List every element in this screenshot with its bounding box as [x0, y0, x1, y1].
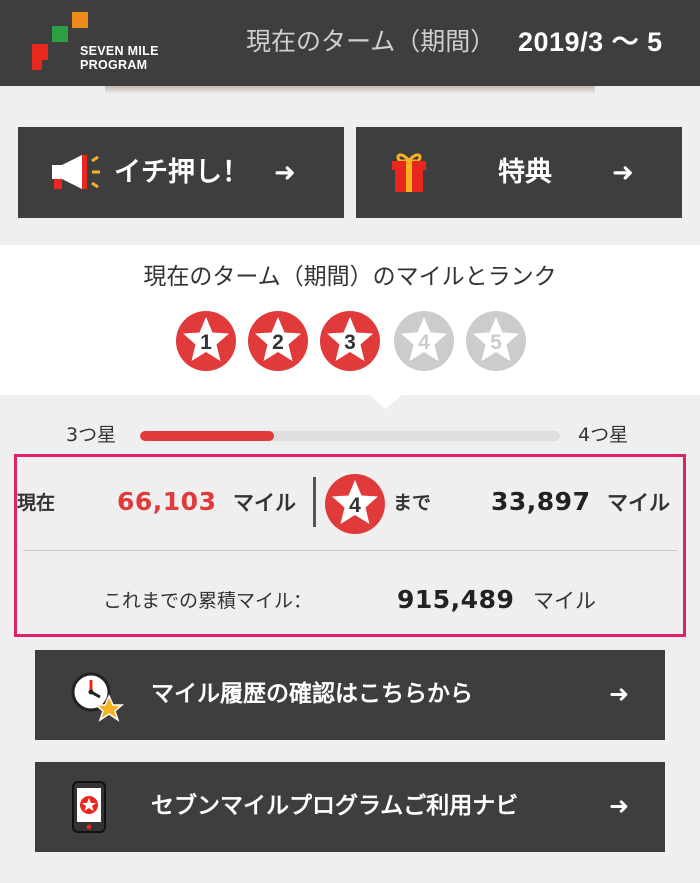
- progress-to-label: 4つ星: [578, 424, 629, 446]
- rank-star-1-icon: 1: [176, 311, 236, 371]
- total-miles-label: これまでの累積マイル：: [103, 590, 313, 612]
- benefits-button[interactable]: 特典 ➜: [356, 127, 682, 218]
- rank-panel: 現在のターム（期間）のマイルとランク 1 2 3 4 5: [0, 245, 700, 395]
- row-divider: [23, 550, 677, 551]
- rank-progress-bar: [140, 431, 560, 441]
- remaining-miles-value: 33,897: [491, 487, 591, 516]
- rank-star-4-icon: 4: [394, 311, 454, 371]
- rank-star-3-icon: 3: [320, 311, 380, 371]
- next-rank-star-icon: 4: [325, 474, 385, 534]
- rank-title: 現在のターム（期間）のマイルとランク: [143, 264, 557, 290]
- total-miles-value: 915,489: [397, 585, 515, 614]
- rank-star-2-icon: 2: [248, 311, 308, 371]
- clock-star-icon: [71, 672, 125, 722]
- remaining-miles-unit: マイル: [607, 491, 670, 515]
- mile-history-button[interactable]: マイル履歴の確認はこちらから ➜: [35, 650, 665, 740]
- total-miles-unit: マイル: [533, 589, 596, 613]
- recommend-button[interactable]: イチ押し！ ➜: [18, 127, 344, 218]
- current-miles-unit: マイル: [233, 491, 296, 515]
- rank-star-5-icon: 5: [466, 311, 526, 371]
- mile-history-arrow-icon: ➜: [609, 680, 630, 708]
- panel-pointer: [370, 395, 402, 409]
- progress-from-label: 3つ星: [66, 424, 117, 446]
- rank-star-number: 5: [490, 331, 502, 354]
- until-label: まで: [393, 492, 432, 514]
- benefits-label: 特典: [498, 157, 552, 188]
- rank-star-number: 3: [344, 331, 356, 354]
- miles-summary: 現在 66,103 マイル 4 まで 33,897 マイル これまでの累積マイル…: [14, 454, 686, 637]
- app-header: SEVEN MILE PROGRAM 現在のターム（期間） 2019/3 ～ 5: [0, 0, 700, 86]
- benefits-arrow-icon: ➜: [612, 158, 634, 188]
- current-miles-label: 現在: [17, 492, 56, 514]
- next-rank-number: 4: [349, 494, 361, 517]
- seven-mile-logo[interactable]: SEVEN MILE PROGRAM: [30, 12, 180, 74]
- term-label: 現在のターム（期間）: [246, 27, 496, 56]
- rank-star-number: 1: [200, 331, 212, 354]
- recommend-label: イチ押し！: [114, 157, 249, 188]
- mile-history-label: マイル履歴の確認はこちらから: [151, 681, 473, 707]
- header-shadow: [105, 86, 595, 94]
- term-dates: 2019/3 ～ 5: [518, 27, 663, 57]
- miles-divider: [313, 477, 316, 527]
- rank-progress-fill: [140, 431, 275, 441]
- megaphone-icon: [52, 155, 100, 189]
- rank-star-number: 4: [418, 331, 430, 354]
- logo-line2: PROGRAM: [80, 58, 148, 72]
- logo-line1: SEVEN MILE: [80, 44, 159, 58]
- smartphone-icon: [72, 781, 106, 833]
- usage-guide-label: セブンマイルプログラムご利用ナビ: [151, 793, 519, 819]
- rank-star-number: 2: [272, 331, 284, 354]
- usage-guide-arrow-icon: ➜: [609, 792, 630, 820]
- usage-guide-button[interactable]: セブンマイルプログラムご利用ナビ ➜: [35, 762, 665, 852]
- gift-icon: [392, 153, 426, 192]
- current-miles-value: 66,103: [117, 487, 217, 516]
- recommend-arrow-icon: ➜: [274, 158, 296, 188]
